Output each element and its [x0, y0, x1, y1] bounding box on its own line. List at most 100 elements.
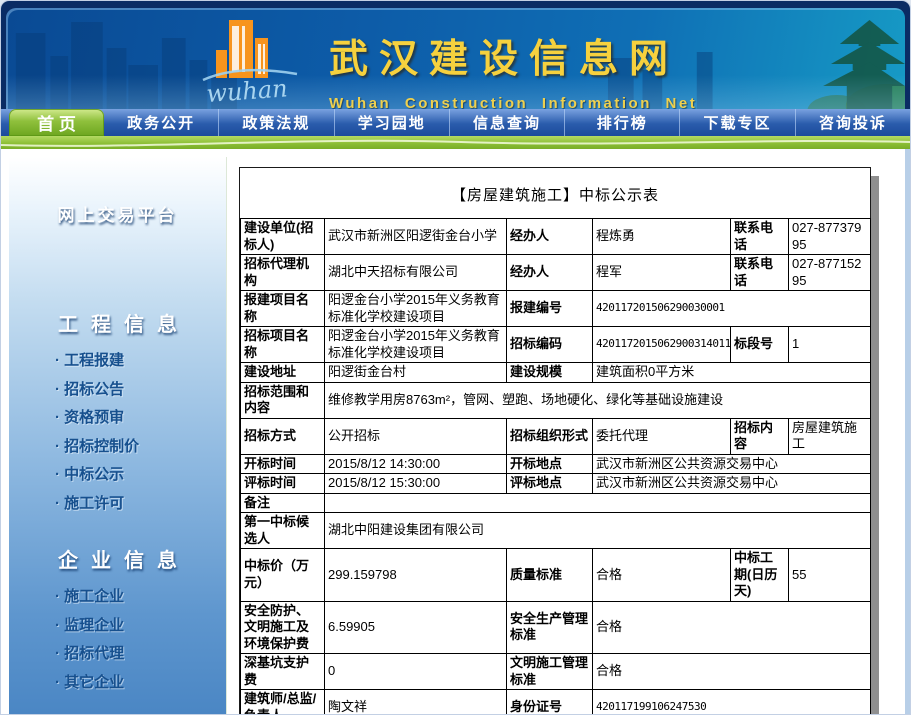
table-row: 开标时间 2015/8/12 14:30:00 开标地点 武汉市新洲区公共资源交易中心 [240, 453, 871, 474]
sidebar-link[interactable]: · 施工许可 [9, 490, 226, 519]
table-value-cell: 阳逻金台小学2015年义务教育标准化学校建设项目 [324, 290, 507, 327]
table-label-cell: 文明施工管理标准 [506, 653, 593, 690]
table-label-cell: 开标地点 [506, 453, 593, 474]
sidebar-section-header: 企业信息 [58, 550, 190, 572]
building-logo-icon: wuhan [202, 20, 298, 108]
table-value-cell: 阳逻金台小学2015年义务教育标准化学校建设项目 [324, 326, 507, 363]
table-label-cell: 开标时间 [240, 453, 325, 474]
table-label-cell: 经办人 [506, 254, 593, 291]
table-value-cell: 4201172015062900314011 [592, 326, 731, 363]
table-row: 招标方式 公开招标 招标组织形式 委托代理 招标内容 房屋建筑施工 [240, 417, 871, 455]
notice-table-body: 建设单位(招标人) 武汉市新洲区阳逻街金台小学 经办人 程炼勇 联系电话 027-8773… [240, 218, 871, 714]
table-row: 备注 [240, 492, 871, 513]
table-label-cell: 安全防护、文明施工及环境保护费 [240, 600, 325, 654]
table-label-cell: 招标组织形式 [506, 417, 593, 455]
table-row: 安全防护、文明施工及环境保护费 6.59905 安全生产管理标准 合格 [240, 600, 871, 654]
table-value-cell: 湖北中天招标有限公司 [324, 254, 507, 291]
table-value-cell: 委托代理 [592, 417, 731, 455]
sidebar-section-header: 工程信息 [58, 314, 190, 336]
table-value-cell: 2015/8/12 14:30:00 [324, 453, 507, 474]
table-label-cell: 联系电话 [730, 218, 789, 255]
table-value-cell: 程炼勇 [592, 218, 731, 255]
table-label-cell: 建设规模 [506, 362, 593, 383]
table-label-cell: 经办人 [506, 218, 593, 255]
site-brand: wuhan 武汉建设信息网 Wuhan Construction Informa… [199, 14, 697, 109]
table-row: 建筑师/总监/负责人 陶文祥 身份证号 420117199106247530 [240, 689, 871, 714]
sidebar-link[interactable]: · 中标公示 [9, 461, 226, 490]
table-value-cell: 湖北中阳建设集团有限公司 [324, 512, 871, 549]
nav-tab-7[interactable]: 咨询投诉 [796, 109, 910, 136]
table-value-cell: 武汉市新洲区公共资源交易中心 [592, 453, 871, 474]
table-label-cell: 联系电话 [730, 254, 789, 291]
table-row: 建设地址 阳逻街金台村 建设规模 建筑面积0平方米 [240, 362, 871, 383]
table-row: 深基坑支护费 0 文明施工管理标准 合格 [240, 653, 871, 690]
table-label-cell: 报建项目名称 [240, 290, 325, 327]
table-label-cell: 招标方式 [240, 417, 325, 455]
nav-tab-0[interactable]: 首 页 [9, 109, 104, 136]
sidebar-link[interactable]: · 工程报建 [9, 347, 226, 376]
nav-tab-3[interactable]: 学习园地 [335, 109, 450, 136]
table-value-cell: 建筑面积0平方米 [592, 362, 871, 383]
table-label-cell: 建设地址 [240, 362, 325, 383]
window-frame-edge [905, 149, 910, 714]
table-value-cell: 维修教学用房8763m²，管网、塑跑、场地硬化、绿化等基础设施建设 [324, 381, 871, 419]
table-value-cell: 027-87737995 [788, 218, 871, 255]
nav-wave-strip [1, 136, 910, 149]
table-value-cell: 299.159798 [324, 548, 507, 602]
table-label-cell: 招标内容 [730, 417, 789, 455]
table-value-cell: 027-87715295 [788, 254, 871, 291]
sidebar-link[interactable]: · 招标公告 [9, 376, 226, 405]
sidebar-link[interactable]: · 监理企业 [9, 612, 226, 641]
table-row: 中标价（万元） 299.159798 质量标准 合格 中标工期(日历天) 55 [240, 548, 871, 602]
sidebar-link[interactable]: · 资格预审 [9, 404, 226, 433]
table-row: 评标时间 2015/8/12 15:30:00 评标地点 武汉市新洲区公共资源交易中心 [240, 473, 871, 494]
table-row: 第一中标候选人 湖北中阳建设集团有限公司 [240, 512, 871, 549]
table-value-cell: 房屋建筑施工 [788, 417, 871, 455]
nav-tab-1[interactable]: 政务公开 [104, 109, 220, 136]
table-value-cell: 1 [788, 326, 871, 363]
sidebar-link[interactable]: · 招标代理 [9, 640, 226, 669]
site-header-banner: wuhan 武汉建设信息网 Wuhan Construction Informa… [6, 8, 905, 109]
sidebar-sections: 工程信息 · 工程报建 · 招标公告 · 资格预审 · 招标控制价 · 中标公示 · 施工许… [9, 308, 226, 714]
nav-tabs: 首 页政务公开 政策法规 学习园地 信息查询 排行榜 下载专区 咨询投诉 [1, 109, 910, 136]
table-value-cell: 55 [788, 548, 871, 602]
nav-tab-4[interactable]: 信息查询 [450, 109, 566, 136]
nav-tab-5[interactable]: 排行榜 [565, 109, 681, 136]
table-label-cell: 标段号 [730, 326, 789, 363]
table-row: 招标范围和内容 维修教学用房8763m²，管网、塑跑、场地硬化、绿化等基础设施建设 [240, 381, 871, 419]
logo-script-text: wuhan [205, 74, 288, 108]
notice-table: 建设单位(招标人) 武汉市新洲区阳逻街金台小学 经办人 程炼勇 联系电话 027-8773… [240, 218, 871, 714]
site-header: wuhan 武汉建设信息网 Wuhan Construction Informa… [1, 1, 910, 109]
pagoda-icon [807, 20, 905, 109]
table-title: 【房屋建筑施工】中标公示表 [450, 187, 659, 204]
table-label-cell: 质量标准 [506, 548, 593, 602]
browser-page: wuhan 武汉建设信息网 Wuhan Construction Informa… [0, 0, 911, 715]
table-label-cell: 招标项目名称 [240, 326, 325, 363]
sidebar-link[interactable]: · 其它企业 [9, 669, 226, 698]
sidebar: 网上交易平台 工程信息 · 工程报建 · 招标公告 · 资格预审 · 招标控制价 · 中标… [9, 157, 227, 714]
table-label-cell: 备注 [240, 492, 325, 513]
sidebar-link[interactable]: · 招标控制价 [9, 433, 226, 462]
table-label-cell: 第一中标候选人 [240, 512, 325, 549]
table-label-cell: 安全生产管理标准 [506, 600, 593, 654]
sidebar-link[interactable]: · 施工企业 [9, 583, 226, 612]
site-subtitle: Wuhan Construction Information Net [329, 95, 698, 109]
site-title: 武汉建设信息网 [329, 38, 680, 81]
table-value-cell: 2015/8/12 15:30:00 [324, 473, 507, 494]
notice-panel: 【房屋建筑施工】中标公示表 建设单位(招标人) 武汉市新洲区阳逻街金台小学 经办人程… [239, 167, 879, 714]
table-label-cell: 评标地点 [506, 473, 593, 494]
table-label-cell: 建筑师/总监/负责人 [240, 689, 325, 714]
table-row: 招标项目名称 阳逻金台小学2015年义务教育标准化学校建设项目 招标编码 420117… [240, 326, 871, 363]
table-value-cell: 阳逻街金台村 [324, 362, 507, 383]
nav-tab-6[interactable]: 下载专区 [680, 109, 796, 136]
table-value-cell [324, 492, 871, 513]
table-value-cell: 0 [324, 653, 507, 690]
table-label-cell: 中标工期(日历天) [730, 548, 789, 602]
table-row: 招标代理机构 湖北中天招标有限公司 经办人 程军 联系电话 027-87715295 [240, 254, 871, 291]
table-value-cell: 程军 [592, 254, 731, 291]
table-label-cell: 报建编号 [506, 290, 593, 327]
table-label-cell: 招标编码 [506, 326, 593, 363]
table-label-cell: 招标范围和内容 [240, 381, 325, 419]
nav-tab-2[interactable]: 政策法规 [219, 109, 335, 136]
table-row: 建设单位(招标人) 武汉市新洲区阳逻街金台小学 经办人 程炼勇 联系电话 027-8773… [240, 218, 871, 255]
